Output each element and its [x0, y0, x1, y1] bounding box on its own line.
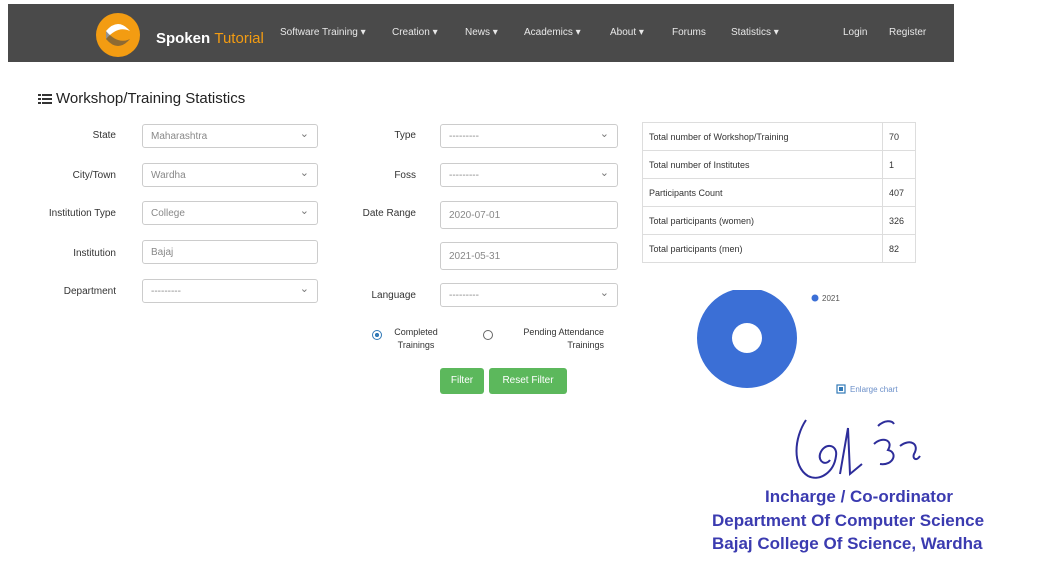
stats-row: Total participants (women) 326 — [642, 206, 916, 235]
foss-select[interactable]: --------- — [440, 163, 618, 187]
handwritten-signature — [795, 419, 921, 479]
institution-input[interactable]: Bajaj — [142, 240, 318, 264]
stats-label: Total participants (women) — [642, 206, 883, 235]
brand-word-tutorial: Tutorial — [214, 30, 264, 47]
stamp-line-1: Incharge / Co-ordinator — [765, 487, 953, 506]
nav-creation[interactable]: Creation ▾ — [392, 27, 438, 38]
city-select[interactable]: Wardha — [142, 163, 318, 187]
nav-software-training[interactable]: Software Training ▾ — [280, 27, 366, 38]
brand-name[interactable]: Spoken Tutorial — [156, 30, 264, 47]
department-label: Department — [63, 286, 116, 297]
stats-label: Participants Count — [642, 178, 883, 207]
enlarge-chart-icon[interactable] — [836, 384, 846, 394]
state-label: State — [92, 130, 116, 141]
stamp-line-2: Department Of Computer Science — [712, 511, 985, 530]
pending-attendance-label: Pending Attendance Trainings — [523, 327, 604, 350]
stats-label: Total number of Workshop/Training — [642, 122, 883, 151]
stats-value: 82 — [882, 234, 916, 263]
institution-label: Institution — [73, 248, 116, 259]
stats-label: Total number of Institutes — [642, 150, 883, 179]
foss-label: Foss — [394, 170, 416, 181]
stats-label: Total participants (men) — [642, 234, 883, 263]
stats-row: Participants Count 407 — [642, 178, 916, 207]
city-label: City/Town — [72, 170, 116, 181]
department-select[interactable]: --------- — [142, 279, 318, 303]
date-to-input[interactable]: 2021-05-31 — [440, 242, 618, 270]
stats-value: 70 — [882, 122, 916, 151]
page-title: Workshop/Training Statistics — [56, 90, 246, 107]
stamp-line-3: Bajaj College Of Science, Wardha — [712, 534, 983, 553]
year-donut-chart: 2021 — [697, 290, 840, 388]
pending-attendance-radio[interactable] — [483, 330, 493, 340]
completed-trainings-label: Completed Trainings — [394, 327, 438, 350]
donut-slice-2021[interactable] — [697, 290, 797, 388]
stats-value: 407 — [882, 178, 916, 207]
institution-type-label: Institution Type — [48, 208, 116, 219]
filter-button[interactable]: Filter — [440, 368, 484, 394]
type-select[interactable]: --------- — [440, 124, 618, 148]
nav-forums[interactable]: Forums — [672, 27, 706, 38]
brand-word-spoken: Spoken — [156, 30, 211, 47]
donut-slices — [697, 290, 797, 388]
nav-about[interactable]: About ▾ — [610, 27, 644, 38]
nav-register[interactable]: Register — [889, 27, 926, 38]
stats-row: Total number of Institutes 1 — [642, 150, 916, 179]
stats-value: 326 — [882, 206, 916, 235]
legend-swatch — [811, 294, 819, 302]
stats-row: Total participants (men) 82 — [642, 234, 916, 263]
type-label: Type — [394, 130, 416, 141]
date-range-label: Date Range — [362, 208, 416, 219]
nav-academics[interactable]: Academics ▾ — [524, 27, 581, 38]
enlarge-chart-link[interactable]: Enlarge chart — [850, 385, 898, 394]
stats-table: Total number of Workshop/Training 70 Tota… — [642, 122, 916, 263]
spoken-tutorial-logo[interactable] — [96, 13, 140, 57]
language-label: Language — [371, 290, 417, 301]
nav-statistics[interactable]: Statistics ▾ — [731, 27, 779, 38]
completed-trainings-radio[interactable] — [372, 330, 382, 340]
language-select[interactable]: --------- — [440, 283, 618, 307]
state-select[interactable]: Maharashtra — [142, 124, 318, 148]
reset-filter-button[interactable]: Reset Filter — [489, 368, 567, 394]
institution-type-select[interactable]: College — [142, 201, 318, 225]
list-icon — [38, 94, 52, 104]
date-from-input[interactable]: 2020-07-01 — [440, 201, 618, 229]
stats-row: Total number of Workshop/Training 70 — [642, 122, 916, 151]
nav-login[interactable]: Login — [843, 27, 867, 38]
nav-news[interactable]: News ▾ — [465, 27, 498, 38]
legend-label[interactable]: 2021 — [822, 294, 840, 303]
stats-value: 1 — [882, 150, 916, 179]
